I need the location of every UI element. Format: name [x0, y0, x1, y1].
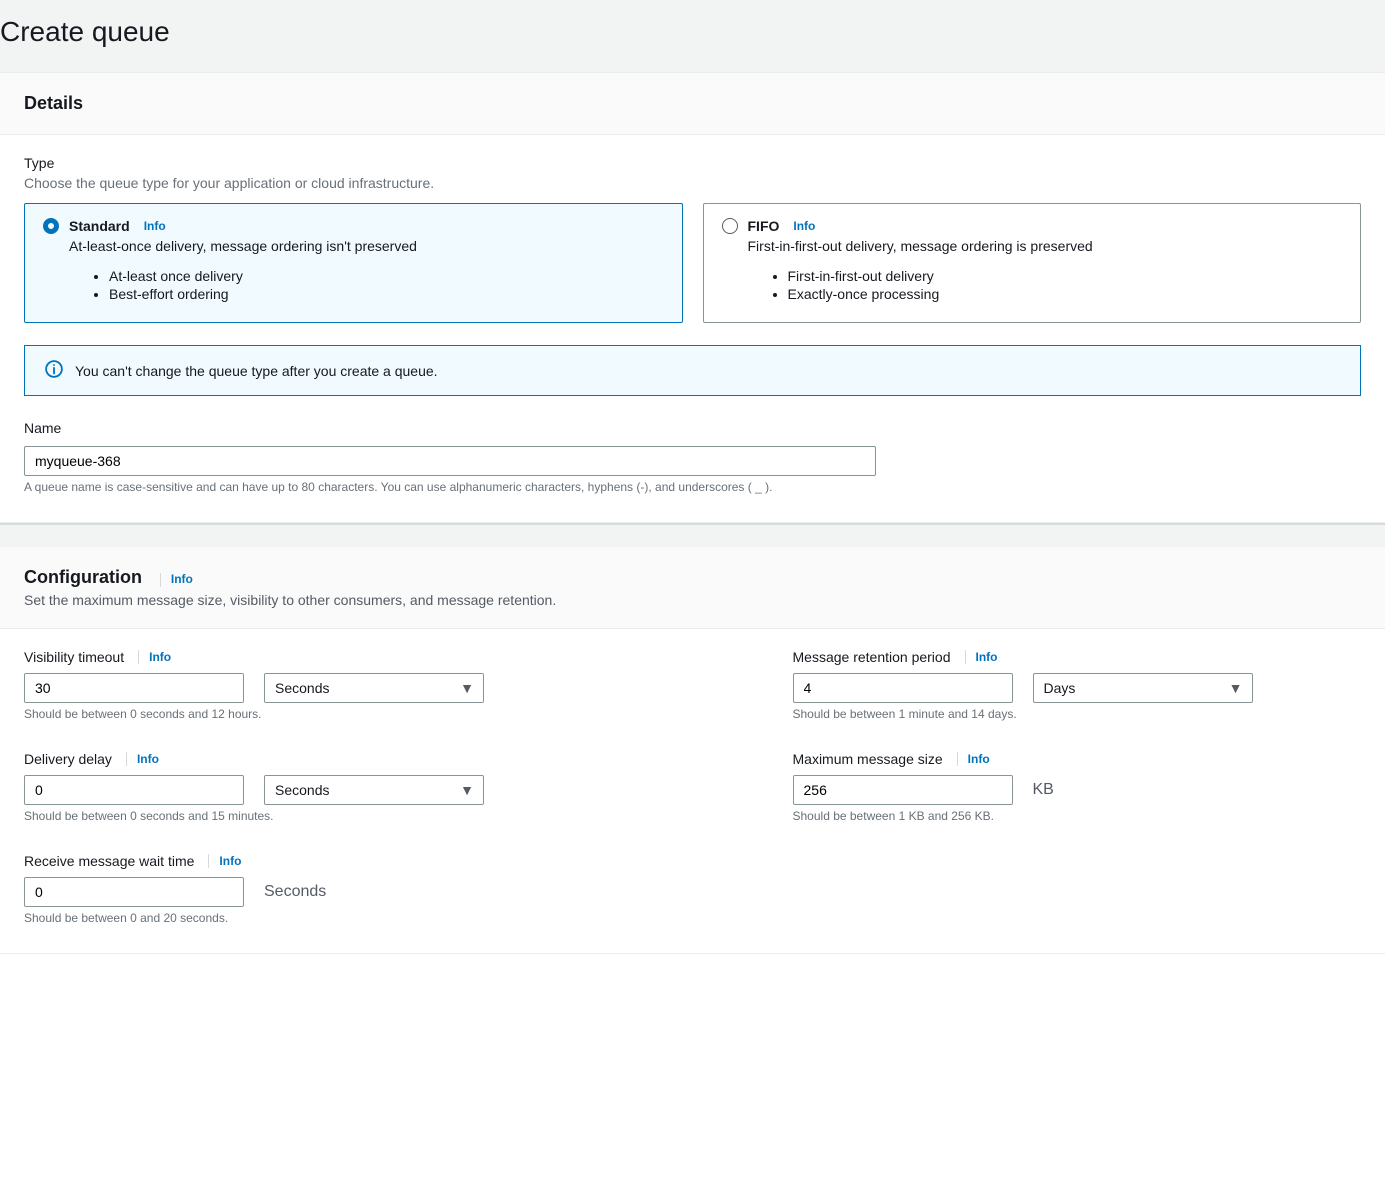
config-header: Configuration Info Set the maximum messa… [0, 547, 1385, 629]
radio-standard[interactable] [43, 218, 59, 234]
details-body: Type Choose the queue type for your appl… [0, 135, 1385, 522]
details-panel: Details Type Choose the queue type for y… [0, 73, 1385, 523]
max-message-size-unit: KB [1033, 781, 1054, 799]
receive-wait-time-field: Receive message wait time Info Seconds S… [24, 853, 593, 925]
fifo-header: FIFO Info [722, 218, 1343, 234]
standard-header: Standard Info [43, 218, 664, 234]
receive-wait-time-label: Receive message wait time [24, 853, 194, 869]
page-title: Create queue [0, 16, 1385, 48]
config-subtitle: Set the maximum message size, visibility… [24, 592, 1361, 608]
name-label: Name [24, 420, 1361, 436]
retention-period-input[interactable] [793, 673, 1013, 703]
standard-bullet-1: At-least once delivery [109, 268, 664, 284]
details-header: Details [0, 73, 1385, 135]
info-icon [45, 360, 63, 381]
page-header: Create queue [0, 0, 1385, 73]
receive-wait-time-hint: Should be between 0 and 20 seconds. [24, 911, 593, 925]
section-gap [0, 525, 1385, 547]
config-heading: Configuration [24, 567, 142, 588]
receive-wait-time-info[interactable]: Info [198, 854, 241, 869]
max-message-size-hint: Should be between 1 KB and 256 KB. [793, 809, 1362, 823]
delivery-delay-unit-value: Seconds [264, 775, 484, 805]
fifo-bullets: First-in-first-out delivery Exactly-once… [788, 268, 1343, 302]
visibility-timeout-unit-value: Seconds [264, 673, 484, 703]
queue-type-standard[interactable]: Standard Info At-least-once delivery, me… [24, 203, 683, 323]
config-body: Visibility timeout Info Seconds ▼ Should… [0, 629, 1385, 953]
delivery-delay-info[interactable]: Info [116, 752, 159, 767]
delivery-delay-field: Delivery delay Info Seconds ▼ Should be … [24, 751, 593, 823]
delivery-delay-input[interactable] [24, 775, 244, 805]
delivery-delay-unit-select[interactable]: Seconds ▼ [264, 775, 484, 805]
visibility-timeout-label: Visibility timeout [24, 649, 124, 665]
visibility-timeout-unit-select[interactable]: Seconds ▼ [264, 673, 484, 703]
visibility-timeout-info[interactable]: Info [128, 650, 171, 665]
fifo-title: FIFO [748, 218, 780, 234]
standard-bullets: At-least once delivery Best-effort order… [109, 268, 664, 302]
receive-wait-time-input[interactable] [24, 877, 244, 907]
configuration-panel: Configuration Info Set the maximum messa… [0, 547, 1385, 954]
visibility-timeout-field: Visibility timeout Info Seconds ▼ Should… [24, 649, 593, 721]
details-heading: Details [24, 93, 83, 114]
max-message-size-field: Maximum message size Info KB Should be b… [793, 751, 1362, 823]
retention-period-unit-select[interactable]: Days ▼ [1033, 673, 1253, 703]
config-grid: Visibility timeout Info Seconds ▼ Should… [24, 649, 1361, 925]
retention-period-hint: Should be between 1 minute and 14 days. [793, 707, 1362, 721]
delivery-delay-label: Delivery delay [24, 751, 112, 767]
visibility-timeout-input[interactable] [24, 673, 244, 703]
fifo-bullet-2: Exactly-once processing [788, 286, 1343, 302]
standard-desc: At-least-once delivery, message ordering… [69, 238, 664, 254]
name-field: Name A queue name is case-sensitive and … [24, 420, 1361, 494]
type-change-alert: You can't change the queue type after yo… [24, 345, 1361, 396]
queue-name-input[interactable] [24, 446, 876, 476]
retention-period-info[interactable]: Info [955, 650, 998, 665]
delivery-delay-hint: Should be between 0 seconds and 15 minut… [24, 809, 593, 823]
standard-info-link[interactable]: Info [144, 219, 166, 233]
retention-period-field: Message retention period Info Days ▼ Sho… [793, 649, 1362, 721]
type-label: Type [24, 155, 1361, 171]
retention-period-unit-value: Days [1033, 673, 1253, 703]
visibility-timeout-hint: Should be between 0 seconds and 12 hours… [24, 707, 593, 721]
type-options: Standard Info At-least-once delivery, me… [24, 203, 1361, 323]
config-info-link[interactable]: Info [150, 572, 193, 586]
max-message-size-input[interactable] [793, 775, 1013, 805]
alert-text: You can't change the queue type after yo… [75, 363, 438, 379]
radio-fifo[interactable] [722, 218, 738, 234]
type-hint: Choose the queue type for your applicati… [24, 175, 1361, 191]
standard-title: Standard [69, 218, 130, 234]
max-message-size-label: Maximum message size [793, 751, 943, 767]
name-hint: A queue name is case-sensitive and can h… [24, 480, 1361, 494]
fifo-desc: First-in-first-out delivery, message ord… [748, 238, 1343, 254]
max-message-size-info[interactable]: Info [947, 752, 990, 767]
standard-bullet-2: Best-effort ordering [109, 286, 664, 302]
receive-wait-time-unit: Seconds [264, 883, 326, 901]
fifo-bullet-1: First-in-first-out delivery [788, 268, 1343, 284]
retention-period-label: Message retention period [793, 649, 951, 665]
queue-type-fifo[interactable]: FIFO Info First-in-first-out delivery, m… [703, 203, 1362, 323]
fifo-info-link[interactable]: Info [793, 219, 815, 233]
